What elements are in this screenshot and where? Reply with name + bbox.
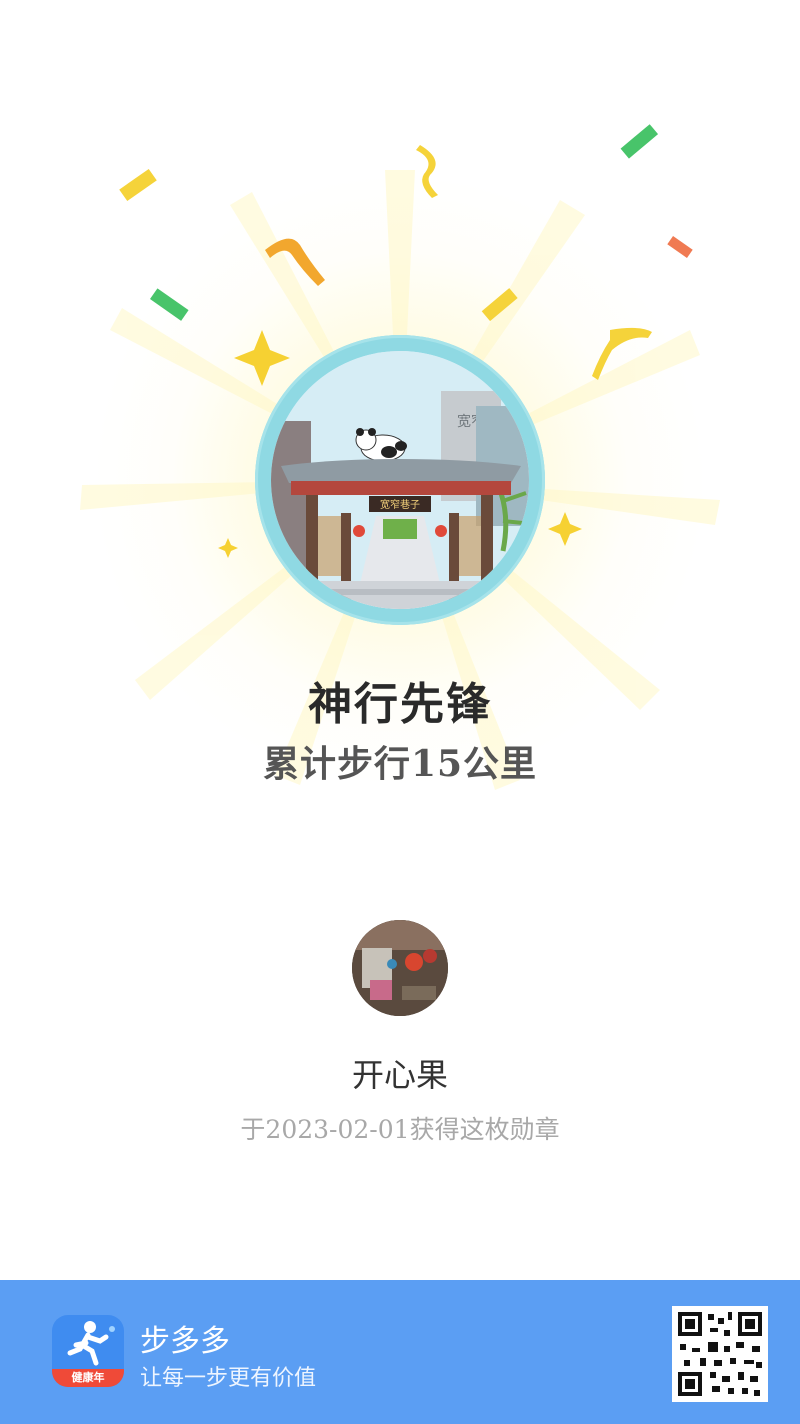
earned-date-text: 于2023-02-01获得这枚勋章	[240, 1115, 560, 1144]
confetti-icon	[481, 288, 518, 322]
sparkle-icon	[548, 512, 582, 546]
confetti-icon	[620, 124, 659, 159]
confetti-icon	[592, 327, 652, 380]
confetti-icon	[149, 288, 189, 321]
badge-medal: 宽窄 宽窄巷子	[255, 335, 545, 625]
confetti-icon	[667, 236, 693, 258]
app-icon-tag: 健康年	[52, 1369, 124, 1387]
app-promo-footer: 健康年 步多多 让每一步更有价值	[0, 1280, 800, 1424]
badge-share-page: 宽窄 宽窄巷子 神行先锋 累计步行15公里 开心果 于2023-02-01获得这…	[0, 0, 800, 1424]
badge-requirement: 累计步行15公里	[262, 743, 538, 785]
sparkle-icon	[218, 538, 238, 558]
app-slogan: 让每一步更有价值	[140, 1366, 317, 1391]
app-name: 步多多	[140, 1324, 230, 1359]
running-person-icon	[67, 1321, 115, 1366]
app-icon[interactable]: 健康年	[52, 1315, 124, 1387]
confetti-icon	[119, 168, 157, 202]
confetti-icon	[265, 238, 325, 286]
badge-illustration: 宽窄 宽窄巷子	[271, 351, 529, 609]
sparkle-icon	[234, 330, 290, 386]
qr-code-icon[interactable]	[672, 1306, 768, 1402]
avatar[interactable]	[352, 920, 448, 1016]
username: 开心果	[351, 1056, 448, 1094]
confetti-icon	[416, 145, 438, 198]
gate-sign-text: 宽窄巷子	[380, 498, 420, 511]
badge-title: 神行先锋	[308, 679, 492, 730]
